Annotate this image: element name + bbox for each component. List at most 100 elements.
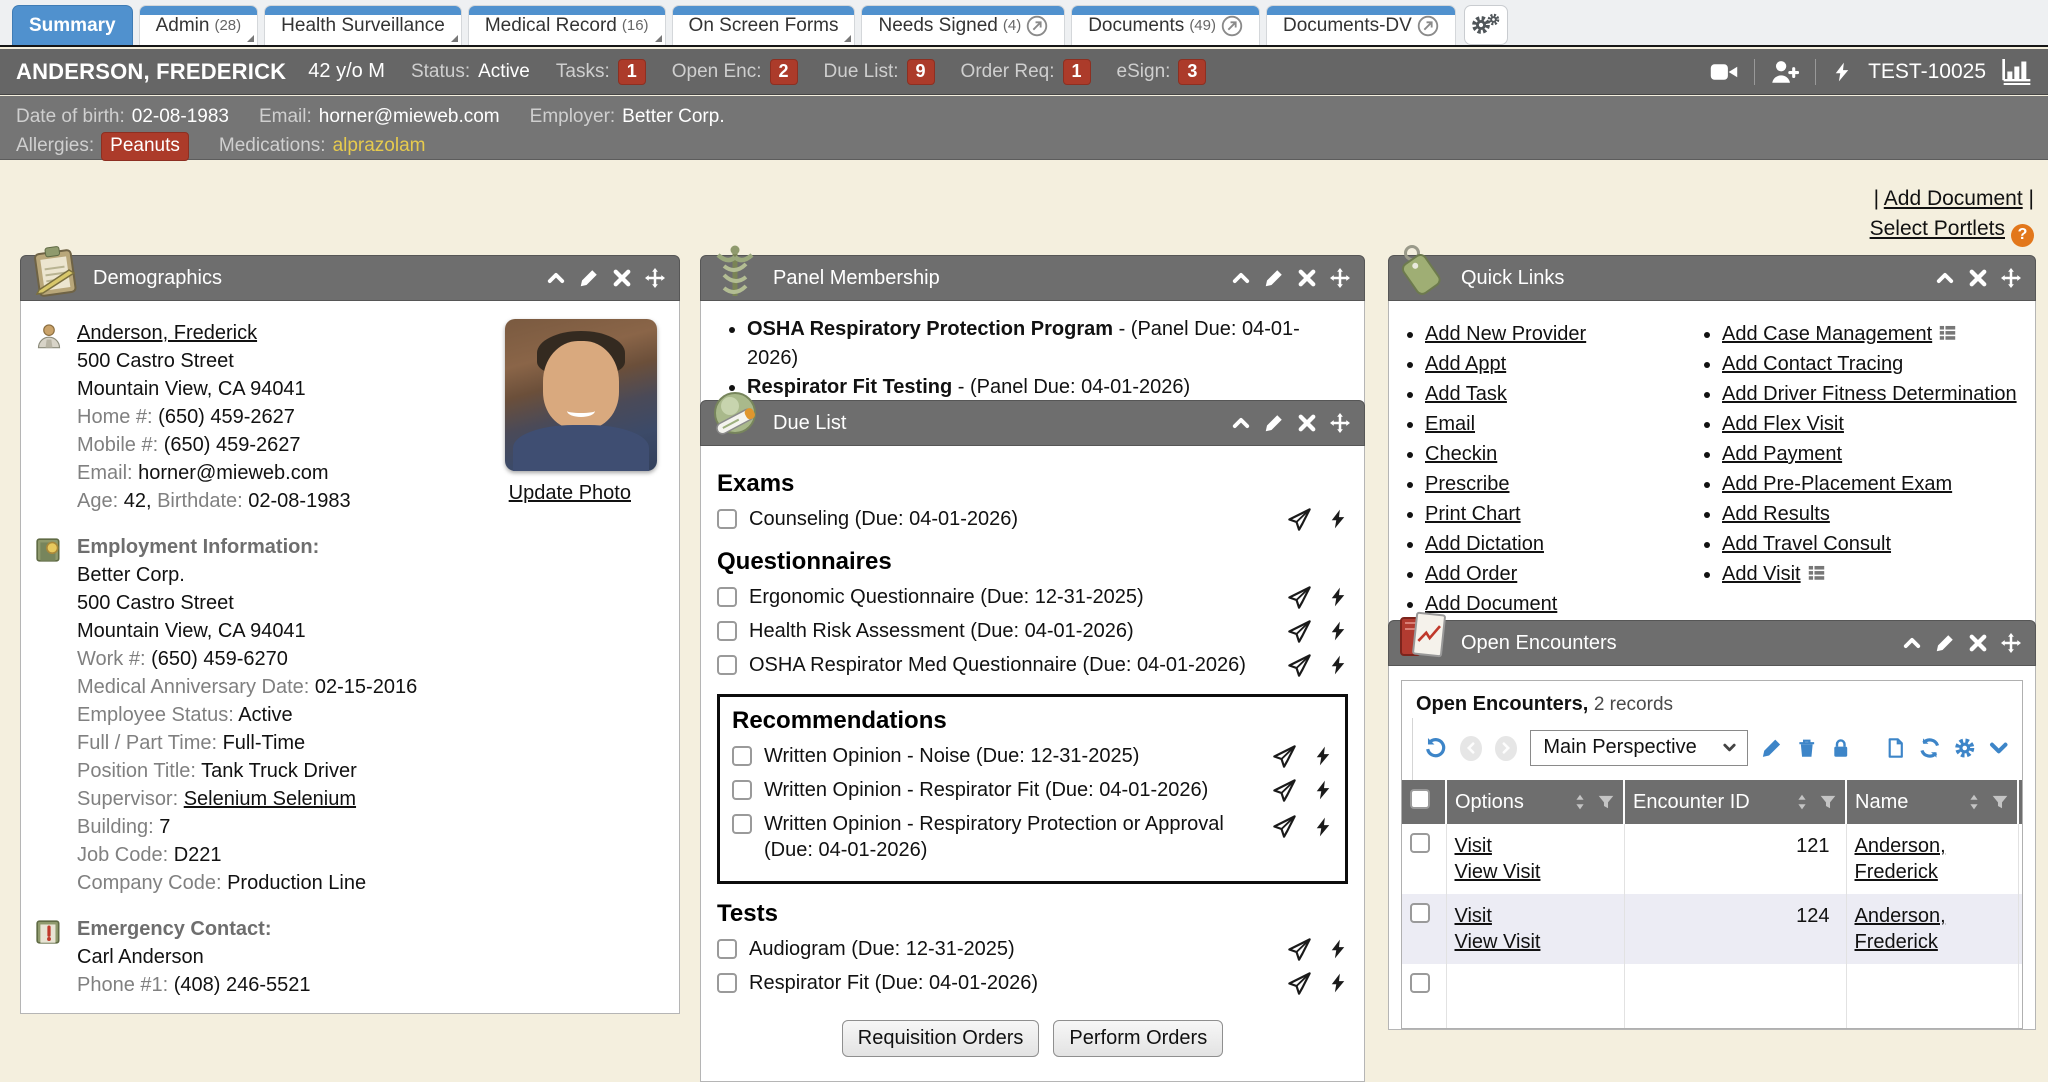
patient-name-link[interactable]: Anderson, Frederick — [1855, 905, 1946, 953]
quick-link[interactable]: Add Appt — [1425, 353, 1506, 375]
move-icon[interactable] — [2001, 268, 2021, 288]
send-order-icon[interactable] — [1287, 937, 1312, 962]
external-link-icon[interactable] — [1417, 15, 1439, 37]
list-menu-icon[interactable] — [1807, 563, 1826, 582]
send-order-icon[interactable] — [1287, 585, 1312, 610]
send-order-icon[interactable] — [1287, 653, 1312, 678]
send-order-icon[interactable] — [1272, 744, 1297, 769]
visit-link[interactable]: Visit — [1455, 835, 1492, 857]
close-icon[interactable] — [1968, 268, 1988, 288]
tab-documents[interactable]: Documents(49) — [1071, 5, 1260, 45]
tab-on-screen-forms[interactable]: On Screen Forms — [672, 5, 856, 45]
edit-icon[interactable] — [1935, 633, 1955, 653]
quick-perform-icon[interactable] — [1328, 509, 1348, 529]
due-item-checkbox[interactable] — [732, 814, 752, 834]
collapse-icon[interactable] — [1902, 633, 1922, 653]
new-page-icon[interactable] — [1885, 736, 1907, 760]
list-menu-icon[interactable] — [1938, 323, 1957, 342]
lightning-bolt-icon[interactable] — [1832, 60, 1852, 84]
quick-link[interactable]: Add Contact Tracing — [1722, 353, 1903, 375]
quick-perform-icon[interactable] — [1328, 939, 1348, 959]
perform-orders-button[interactable]: Perform Orders — [1053, 1020, 1223, 1057]
video-camera-icon[interactable] — [1710, 61, 1738, 83]
person-add-icon[interactable] — [1771, 59, 1799, 84]
quick-link[interactable]: Checkin — [1425, 443, 1497, 465]
quick-perform-icon[interactable] — [1313, 780, 1333, 800]
send-order-icon[interactable] — [1287, 619, 1312, 644]
refresh-icon[interactable] — [1919, 736, 1941, 760]
tab-admin[interactable]: Admin(28) — [139, 5, 259, 45]
due-item-checkbox[interactable] — [717, 973, 737, 993]
chevron-down-icon[interactable] — [1988, 736, 2010, 760]
due-item-checkbox[interactable] — [717, 655, 737, 675]
tab-documents-dv[interactable]: Documents-DV — [1266, 5, 1456, 45]
quick-link[interactable]: Add New Provider — [1425, 323, 1586, 345]
add-document-link[interactable]: Add Document — [1884, 187, 2023, 210]
due-list-count-badge[interactable]: 9 — [907, 59, 935, 85]
medication-value[interactable]: alprazolam — [333, 133, 426, 159]
grid-settings-icon[interactable] — [1954, 736, 1976, 760]
edit-icon[interactable] — [1264, 268, 1284, 288]
quick-link[interactable]: Add Flex Visit — [1722, 413, 1844, 435]
tab-health-surveillance[interactable]: Health Surveillance — [264, 5, 462, 45]
due-item-checkbox[interactable] — [717, 509, 737, 529]
visit-link[interactable]: Visit — [1455, 905, 1492, 927]
send-order-icon[interactable] — [1272, 814, 1297, 839]
quick-link[interactable]: Add Order — [1425, 563, 1517, 585]
next-page-button[interactable] — [1495, 736, 1517, 761]
quick-link[interactable]: Prescribe — [1425, 473, 1509, 495]
due-item-checkbox[interactable] — [717, 939, 737, 959]
row-checkbox[interactable] — [1410, 833, 1430, 853]
order-req-count-badge[interactable]: 1 — [1063, 59, 1091, 85]
move-icon[interactable] — [645, 268, 665, 288]
quick-perform-icon[interactable] — [1313, 817, 1333, 837]
move-icon[interactable] — [1330, 413, 1350, 433]
quick-link[interactable]: Add Pre-Placement Exam — [1722, 473, 1952, 495]
due-item-checkbox[interactable] — [732, 780, 752, 800]
collapse-icon[interactable] — [546, 268, 566, 288]
quick-link[interactable]: Add Dictation — [1425, 533, 1544, 555]
esign-count-badge[interactable]: 3 — [1178, 59, 1206, 85]
move-icon[interactable] — [2001, 633, 2021, 653]
external-link-icon[interactable] — [1026, 15, 1048, 37]
quick-perform-icon[interactable] — [1328, 621, 1348, 641]
close-icon[interactable] — [1968, 633, 1988, 653]
row-checkbox[interactable] — [1410, 973, 1430, 993]
quick-perform-icon[interactable] — [1313, 746, 1333, 766]
view-visit-link[interactable]: View Visit — [1455, 861, 1541, 883]
help-icon[interactable]: ? — [2011, 224, 2034, 247]
quick-link[interactable]: Email — [1425, 413, 1475, 435]
bar-chart-icon[interactable] — [2002, 58, 2032, 85]
filter-icon[interactable] — [1597, 793, 1615, 811]
view-visit-link[interactable]: View Visit — [1455, 931, 1541, 953]
collapse-icon[interactable] — [1231, 268, 1251, 288]
allergy-badge[interactable]: Peanuts — [101, 132, 189, 161]
quick-link[interactable]: Add Driver Fitness Determination — [1722, 383, 2017, 405]
perspective-select[interactable]: Main Perspective — [1530, 730, 1748, 766]
edit-perspective-icon[interactable] — [1761, 736, 1783, 760]
due-item-checkbox[interactable] — [717, 587, 737, 607]
quick-link[interactable]: Add Task — [1425, 383, 1507, 405]
due-item-checkbox[interactable] — [717, 621, 737, 641]
requisition-orders-button[interactable]: Requisition Orders — [842, 1020, 1040, 1057]
tab-summary[interactable]: Summary — [12, 5, 133, 45]
send-order-icon[interactable] — [1287, 507, 1312, 532]
close-icon[interactable] — [612, 268, 632, 288]
sort-icon[interactable] — [1571, 793, 1589, 811]
select-all-checkbox[interactable] — [1410, 789, 1430, 809]
collapse-icon[interactable] — [1935, 268, 1955, 288]
tasks-count-badge[interactable]: 1 — [618, 59, 646, 85]
filter-icon[interactable] — [1991, 793, 2009, 811]
sort-icon[interactable] — [1965, 793, 1983, 811]
external-link-icon[interactable] — [1221, 15, 1243, 37]
quick-perform-icon[interactable] — [1328, 655, 1348, 675]
quick-link[interactable]: Add Travel Consult — [1722, 533, 1891, 555]
patient-name-link[interactable]: Anderson, Frederick — [77, 322, 257, 344]
quick-link[interactable]: Add Payment — [1722, 443, 1842, 465]
row-checkbox[interactable] — [1410, 903, 1430, 923]
close-icon[interactable] — [1297, 413, 1317, 433]
lock-icon[interactable] — [1830, 736, 1852, 760]
supervisor-link[interactable]: Selenium Selenium — [184, 788, 356, 810]
select-portlets-link[interactable]: Select Portlets — [1870, 217, 2005, 240]
quick-perform-icon[interactable] — [1328, 973, 1348, 993]
